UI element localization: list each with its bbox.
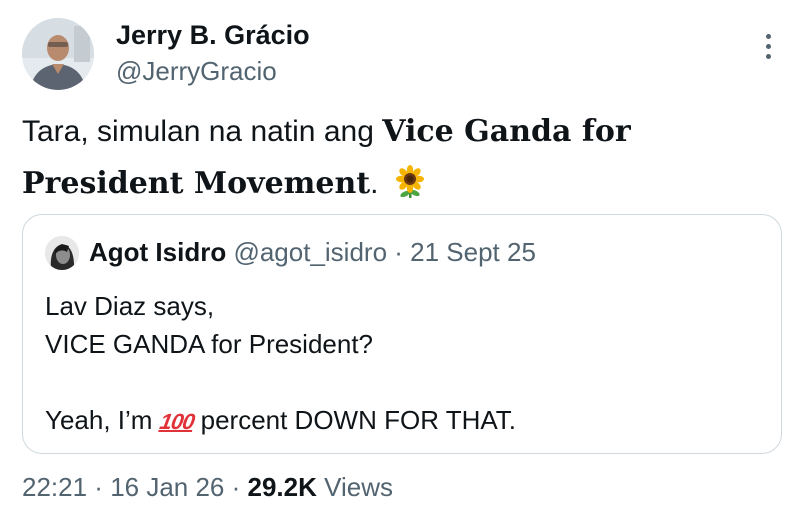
footer-separator: · [87,472,111,502]
views-label[interactable]: Views [317,472,393,502]
tweet-meta-footer: 22:21 · 16 Jan 26 · 29.2K Views [22,472,393,503]
hundred-points-icon: 100 [157,409,196,434]
more-dot-icon [766,44,771,49]
quoted-line-4-end: percent DOWN FOR THAT. [193,405,517,435]
quoted-author-avatar [45,236,79,270]
more-dot-icon [766,34,771,39]
tweet-date[interactable]: 16 Jan 26 [110,472,224,502]
tweet-detail: Jerry B. Grácio @JerryGracio Tara, simul… [0,0,806,512]
footer-separator: · [224,472,248,502]
quoted-separator: · [387,237,411,267]
tweet-time[interactable]: 22:21 [22,472,87,502]
quoted-date: 21 Sept 25 [410,237,536,267]
tweet-text-part1: Tara, simulan na natin ang [22,115,383,148]
quoted-line-2: VICE GANDA for President? [45,329,374,359]
tweet-text-part2: . [370,167,387,200]
quoted-line-3 [45,363,765,401]
quoted-author-handle: @agot_isidro [233,237,388,267]
more-options-button[interactable] [758,30,780,64]
avatar-photo [22,18,94,90]
quoted-author-name: Agot Isidro [89,237,227,267]
quoted-line-1: Lav Diaz says, [45,291,215,321]
tweet-text: Tara, simulan na natin ang Vice Ganda fo… [22,106,762,210]
quoted-avatar-photo [45,236,79,270]
author-name[interactable]: Jerry B. Grácio [116,20,310,51]
author-handle[interactable]: @JerryGracio [116,56,277,87]
more-dot-icon [766,54,771,59]
quoted-tweet-text: Lav Diaz says, VICE GANDA for President?… [45,287,765,439]
quoted-tweet-header: Agot Isidro @agot_isidro · 21 Sept 25 [89,237,536,268]
views-count[interactable]: 29.2K [248,472,317,502]
sunflower-icon [395,165,424,198]
quoted-line-4: Yeah, I’m 100 percent DOWN FOR THAT. [45,401,765,439]
author-avatar[interactable] [22,18,94,90]
quoted-line-4-start: Yeah, I’m [45,405,160,435]
quoted-tweet-card[interactable]: Agot Isidro @agot_isidro · 21 Sept 25 La… [22,214,782,454]
